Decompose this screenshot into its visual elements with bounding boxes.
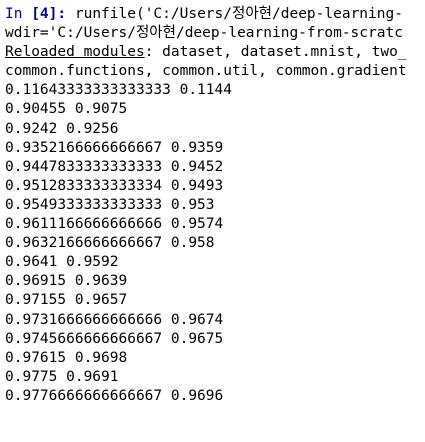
output-line: 0.9611166666666666 0.9574 bbox=[5, 216, 224, 233]
output-line: 0.9745666666666667 0.9675 bbox=[5, 330, 224, 347]
output-line: 0.9549333333333333 0.953 bbox=[5, 196, 215, 213]
output-line: 0.9352166666666667 0.9359 bbox=[5, 139, 224, 156]
output-line: 0.9632166666666667 0.958 bbox=[5, 235, 215, 252]
output-line: 0.97615 0.9698 bbox=[5, 349, 128, 366]
reloaded-modules-line-1: Reloaded modules: dataset, dataset.mnist… bbox=[5, 43, 425, 62]
command-line-2: wdir='C:/Users/정아현/deep-learning-from-sc… bbox=[5, 24, 425, 43]
console-output: 0.11643333333333333 0.1144 0.90455 0.9075… bbox=[5, 81, 425, 406]
input-prompt-number: [4]: bbox=[31, 6, 75, 22]
output-line: 0.97155 0.9657 bbox=[5, 292, 128, 309]
ipython-console[interactable]: In [4]: runfile('C:/Users/정아현/deep-learn… bbox=[0, 0, 425, 442]
reloaded-modules-list-cont: common.functions, common.util, common.gr… bbox=[5, 63, 407, 80]
reloaded-modules-line-2: common.functions, common.util, common.gr… bbox=[5, 62, 425, 81]
output-line: 0.9731666666666666 0.9674 bbox=[5, 311, 224, 328]
output-line: 0.9242 0.9256 bbox=[5, 120, 119, 137]
reloaded-modules-label: Reloaded modules bbox=[5, 44, 145, 61]
output-line: 0.90455 0.9075 bbox=[5, 101, 128, 118]
output-line: 0.9776666666666667 0.9696 bbox=[5, 387, 224, 404]
input-prompt-label: In bbox=[5, 6, 32, 22]
runfile-command: runfile('C:/Users/정아현/deep-learning- bbox=[74, 6, 403, 22]
output-line: 0.96915 0.9639 bbox=[5, 273, 128, 290]
command-line-1: In [4]: runfile('C:/Users/정아현/deep-learn… bbox=[5, 5, 425, 24]
reloaded-modules-list: : dataset, dataset.mnist, two_ bbox=[144, 44, 407, 61]
output-line: 0.11643333333333333 0.1144 bbox=[5, 82, 232, 99]
output-line: 0.9447833333333333 0.9452 bbox=[5, 158, 224, 175]
wdir-argument: wdir='C:/Users/정아현/deep-learning-from-sc… bbox=[5, 25, 403, 42]
output-line: 0.9641 0.9592 bbox=[5, 254, 119, 271]
output-line: 0.9775 0.9691 bbox=[5, 368, 119, 385]
output-line: 0.9512833333333334 0.9493 bbox=[5, 177, 224, 194]
